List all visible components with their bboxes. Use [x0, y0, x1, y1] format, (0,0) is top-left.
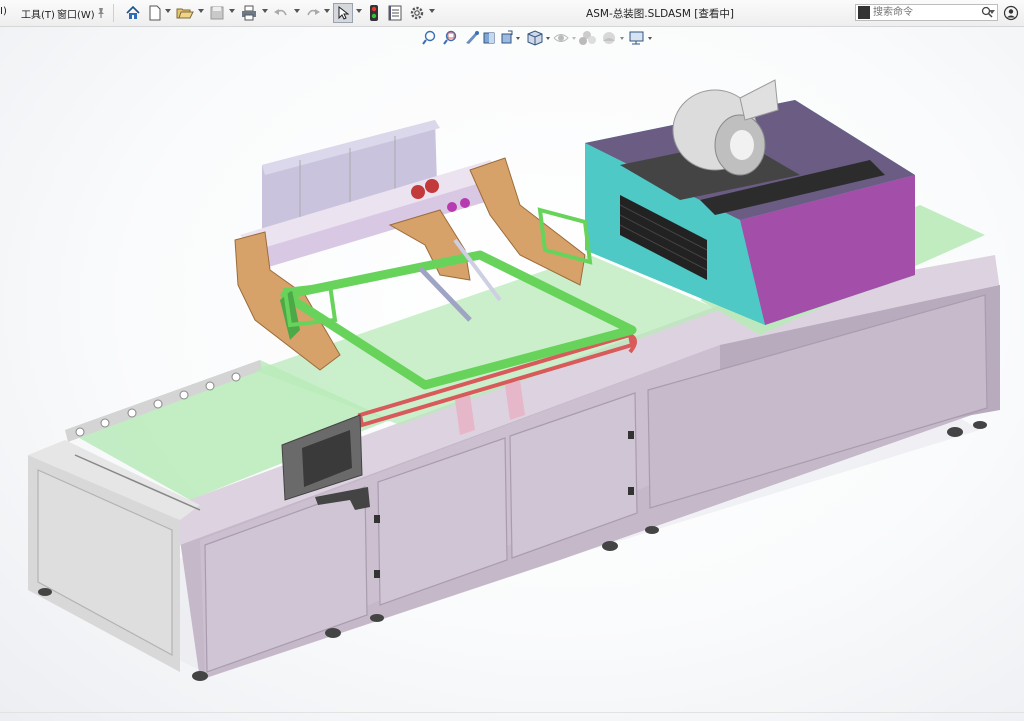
assembly-model-view[interactable] — [0, 27, 1024, 721]
rebuild-traffic-light-icon[interactable] — [365, 4, 383, 22]
undo-icon[interactable] — [272, 4, 290, 22]
user-icon[interactable] — [1002, 4, 1020, 22]
options-dropdown-icon[interactable] — [429, 9, 435, 13]
file-properties-icon[interactable] — [386, 4, 404, 22]
print-icon[interactable] — [240, 4, 258, 22]
new-document-icon[interactable] — [146, 4, 164, 22]
open-dropdown-icon[interactable] — [198, 9, 204, 13]
pin-icon[interactable] — [92, 4, 110, 22]
search-commands[interactable] — [855, 4, 998, 21]
print-dropdown-icon[interactable] — [262, 9, 268, 13]
select-dropdown-icon[interactable] — [356, 9, 362, 13]
window-title: ASM-总装图.SLDASM [查看中] — [586, 8, 734, 20]
graphics-area[interactable] — [0, 27, 1024, 721]
search-input[interactable] — [873, 5, 977, 20]
new-dropdown-icon[interactable] — [165, 9, 171, 13]
home-icon[interactable] — [124, 4, 142, 22]
select-cursor-icon[interactable] — [333, 3, 353, 23]
open-folder-icon[interactable] — [176, 4, 194, 22]
command-prompt-icon — [858, 6, 870, 19]
save-dropdown-icon[interactable] — [229, 9, 235, 13]
menu-item-partial[interactable]: I) — [0, 6, 7, 17]
save-icon[interactable] — [208, 4, 226, 22]
title-bar: I) 工具(T) 窗口(W) ASM-总装图.SLDASM [查看中] 搜索命令 — [0, 0, 1024, 27]
toolbar-separator — [113, 4, 114, 22]
options-gear-icon[interactable] — [408, 4, 426, 22]
undo-dropdown-icon[interactable] — [294, 9, 300, 13]
search-dropdown-icon[interactable] — [989, 10, 995, 14]
menu-item-tools[interactable]: 工具(T) — [21, 6, 55, 21]
redo-dropdown-icon[interactable] — [324, 9, 330, 13]
menu-item-window[interactable]: 窗口(W) — [57, 6, 95, 21]
viewport-bottom-edge — [0, 712, 1024, 713]
redo-icon[interactable] — [304, 4, 322, 22]
